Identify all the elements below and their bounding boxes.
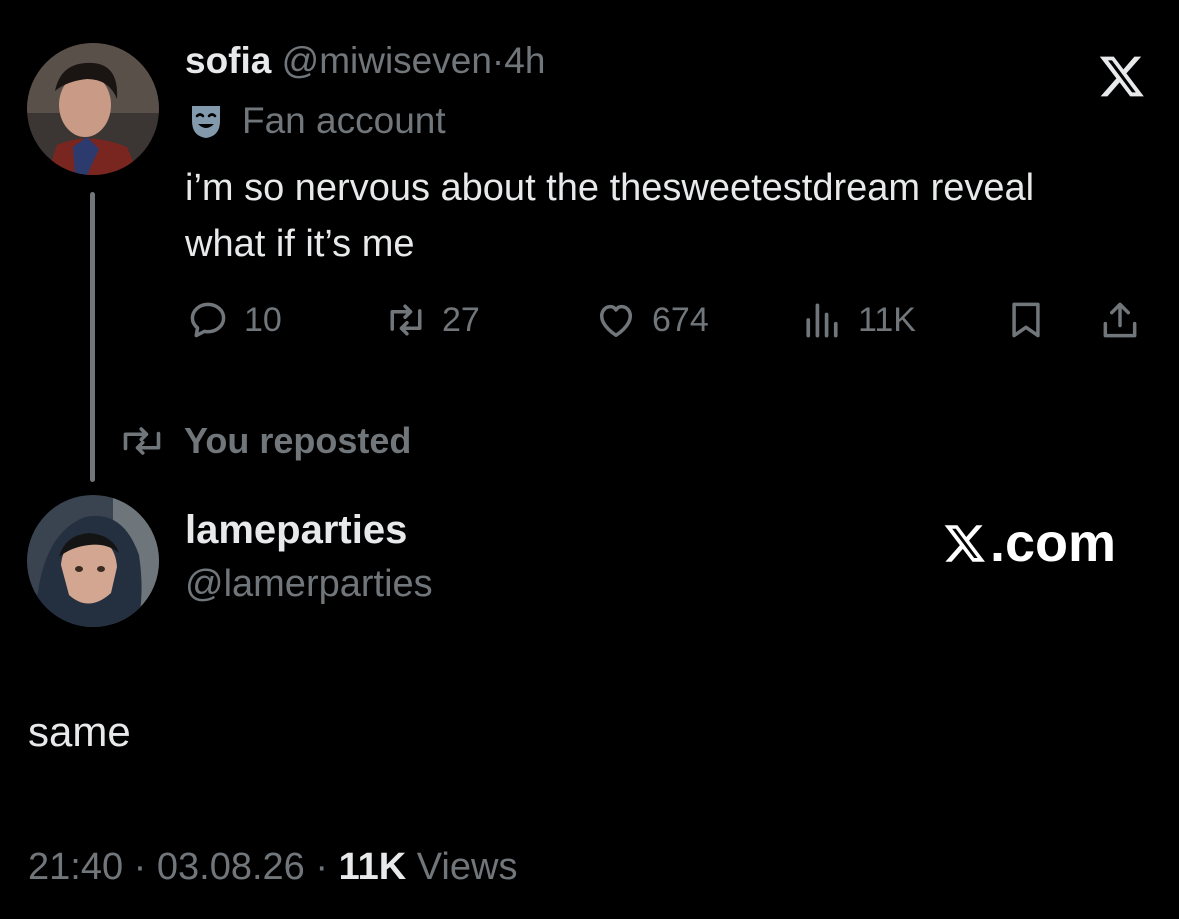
tweet-meta: 21:40 · 03.08.26 · 11K Views — [28, 846, 517, 889]
xcom-watermark: .com — [942, 512, 1116, 574]
avatar-image — [27, 43, 159, 175]
repost-arrows-icon — [123, 427, 161, 455]
main-tweet-text: same — [28, 708, 131, 755]
reply-button[interactable]: 10 — [186, 296, 282, 344]
meta-separator: · — [133, 846, 147, 888]
main-handle[interactable]: @lamerparties — [185, 563, 433, 606]
label-text: Fan account — [242, 100, 446, 141]
bookmark-icon — [1012, 302, 1040, 338]
like-count: 674 — [652, 300, 709, 339]
quoted-tweet-header: sofia @miwiseven·4h — [185, 40, 545, 82]
fan-account-label: Fan account — [186, 100, 446, 142]
share-upload-icon — [1103, 302, 1137, 338]
quoted-time[interactable]: 4h — [504, 40, 545, 81]
heart-icon — [599, 304, 633, 337]
theater-mask-icon — [192, 106, 220, 138]
tweet-date[interactable]: 03.08.26 — [157, 846, 305, 888]
like-button[interactable]: 674 — [594, 296, 709, 344]
watermark-text: .com — [990, 513, 1117, 573]
repost-banner-text: You reposted — [184, 420, 412, 461]
bookmark-button[interactable] — [1004, 296, 1048, 344]
comment-bubble-icon — [190, 302, 226, 338]
repost-count: 27 — [442, 300, 480, 339]
views-total[interactable]: 11K — [339, 846, 407, 888]
x-logo-icon — [1099, 56, 1144, 97]
repost-banner: You reposted — [118, 420, 411, 462]
header-separator: · — [491, 40, 505, 81]
thread-line — [90, 192, 95, 482]
repost-button[interactable]: 27 — [384, 296, 480, 344]
quoted-display-name[interactable]: sofia — [185, 40, 271, 81]
avatar-sofia[interactable] — [27, 43, 159, 175]
reply-count: 10 — [244, 300, 282, 339]
repost-arrows-icon — [390, 304, 422, 336]
tweet-time[interactable]: 21:40 — [28, 846, 123, 888]
quoted-handle[interactable]: @miwiseven — [282, 40, 492, 81]
views-count: 11K — [858, 300, 916, 339]
main-display-name[interactable]: lameparties — [185, 508, 407, 553]
views-button[interactable]: 11K — [800, 296, 916, 344]
meta-separator: · — [315, 846, 329, 888]
avatar-image — [27, 495, 159, 627]
x-logo-icon — [944, 525, 985, 562]
avatar-lameparties[interactable] — [27, 495, 159, 627]
views-label: Views — [416, 846, 518, 888]
bar-chart-icon — [806, 303, 838, 338]
quoted-tweet-text: i’m so nervous about the thesweetestdrea… — [185, 167, 1035, 265]
share-button[interactable] — [1098, 296, 1142, 344]
